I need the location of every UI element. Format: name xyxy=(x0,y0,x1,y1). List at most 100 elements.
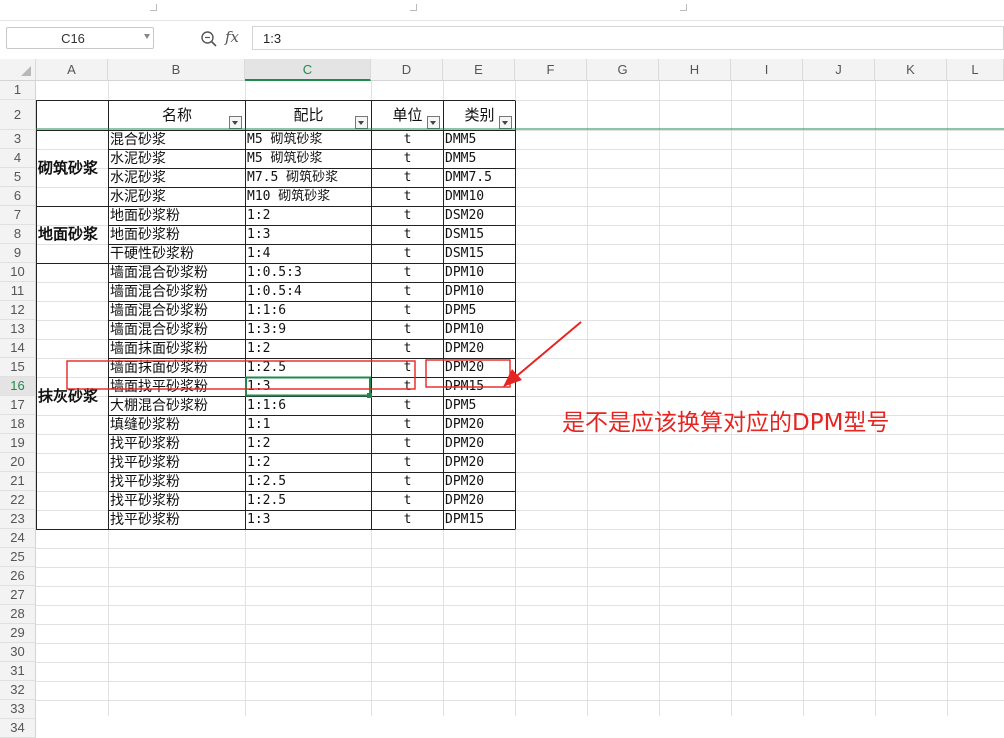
cell-name[interactable]: 墙面混合砂浆粉 xyxy=(110,283,244,301)
cell-name[interactable]: 地面砂浆粉 xyxy=(110,207,244,225)
cell-ratio[interactable]: 1:3 xyxy=(247,226,370,244)
row-header-15[interactable]: 15 xyxy=(0,358,36,377)
row-header-1[interactable]: 1 xyxy=(0,81,36,100)
cell-type[interactable]: DPM20 xyxy=(445,492,514,510)
cell-type[interactable]: DPM20 xyxy=(445,454,514,472)
cell-unit[interactable]: t xyxy=(373,207,442,225)
cell-unit[interactable]: t xyxy=(373,511,442,529)
cell-unit[interactable]: t xyxy=(373,131,442,149)
cell-ratio[interactable]: 1:1:6 xyxy=(247,397,370,415)
cell-ratio[interactable]: M5 砌筑砂浆 xyxy=(247,131,370,149)
row-header-16[interactable]: 16 xyxy=(0,377,36,396)
cell-unit[interactable]: t xyxy=(373,245,442,263)
cell-ratio[interactable]: 1:2 xyxy=(247,340,370,358)
row-header-23[interactable]: 23 xyxy=(0,510,36,529)
row-header-27[interactable]: 27 xyxy=(0,586,36,605)
cell-ratio[interactable]: M7.5 砌筑砂浆 xyxy=(247,169,370,187)
cell-type[interactable]: DPM5 xyxy=(445,397,514,415)
row-header-19[interactable]: 19 xyxy=(0,434,36,453)
filter-dropdown-icon[interactable] xyxy=(427,116,440,129)
cell-name[interactable]: 水泥砂浆 xyxy=(110,150,244,168)
cell-unit[interactable]: t xyxy=(373,321,442,339)
select-all-corner[interactable] xyxy=(0,59,36,81)
row-header-3[interactable]: 3 xyxy=(0,130,36,149)
column-header-g[interactable]: G xyxy=(587,59,659,81)
cell-unit[interactable]: t xyxy=(373,188,442,206)
cell-type[interactable]: DPM15 xyxy=(445,511,514,529)
row-header-13[interactable]: 13 xyxy=(0,320,36,339)
cell-type[interactable]: DPM10 xyxy=(445,283,514,301)
cell-ratio[interactable]: 1:3 xyxy=(247,378,370,396)
filter-dropdown-icon[interactable] xyxy=(499,116,512,129)
cell-unit[interactable]: t xyxy=(373,283,442,301)
column-header-h[interactable]: H xyxy=(659,59,731,81)
cell-name[interactable]: 填缝砂浆粉 xyxy=(110,416,244,434)
cell-unit[interactable]: t xyxy=(373,397,442,415)
cell-type[interactable]: DPM20 xyxy=(445,359,514,377)
cell-ratio[interactable]: 1:1 xyxy=(247,416,370,434)
cell-unit[interactable]: t xyxy=(373,454,442,472)
filter-dropdown-icon[interactable] xyxy=(229,116,242,129)
cell-type[interactable]: DMM7.5 xyxy=(445,169,514,187)
cell-type[interactable]: DPM20 xyxy=(445,416,514,434)
group-label[interactable]: 地面砂浆 xyxy=(38,206,130,263)
row-header-24[interactable]: 24 xyxy=(0,529,36,548)
cell-name[interactable]: 墙面找平砂浆粉 xyxy=(110,378,244,396)
cell-unit[interactable]: t xyxy=(373,150,442,168)
column-header-e[interactable]: E xyxy=(443,59,515,81)
column-header-k[interactable]: K xyxy=(875,59,947,81)
cell-name[interactable]: 找平砂浆粉 xyxy=(110,511,244,529)
row-header-34[interactable]: 34 xyxy=(0,719,36,738)
cell-ratio[interactable]: 1:2 xyxy=(247,454,370,472)
cell-unit[interactable]: t xyxy=(373,492,442,510)
filter-dropdown-icon[interactable] xyxy=(355,116,368,129)
row-header-2[interactable]: 2 xyxy=(0,100,36,130)
cell-ratio[interactable]: 1:0.5:4 xyxy=(247,283,370,301)
row-header-28[interactable]: 28 xyxy=(0,605,36,624)
cell-type[interactable]: DPM10 xyxy=(445,264,514,282)
group-label[interactable]: 抹灰砂浆 xyxy=(38,263,130,529)
row-header-14[interactable]: 14 xyxy=(0,339,36,358)
cell-name[interactable]: 墙面抹面砂浆粉 xyxy=(110,340,244,358)
cell-type[interactable]: DPM5 xyxy=(445,302,514,320)
cell-ratio[interactable]: 1:3:9 xyxy=(247,321,370,339)
cell-ratio[interactable]: 1:2 xyxy=(247,207,370,225)
chevron-down-icon[interactable] xyxy=(144,34,150,39)
row-header-25[interactable]: 25 xyxy=(0,548,36,567)
row-header-6[interactable]: 6 xyxy=(0,187,36,206)
row-header-20[interactable]: 20 xyxy=(0,453,36,472)
cell-ratio[interactable]: 1:2.5 xyxy=(247,492,370,510)
cell-unit[interactable]: t xyxy=(373,416,442,434)
cell-ratio[interactable]: 1:2 xyxy=(247,435,370,453)
cell-unit[interactable]: t xyxy=(373,359,442,377)
cell-type[interactable]: DMM5 xyxy=(445,131,514,149)
cell-type[interactable]: DMM5 xyxy=(445,150,514,168)
row-header-9[interactable]: 9 xyxy=(0,244,36,263)
cell-unit[interactable]: t xyxy=(373,378,442,396)
cell-type[interactable]: DPM15 xyxy=(445,378,514,396)
cell-name[interactable]: 水泥砂浆 xyxy=(110,169,244,187)
header-cell-ratio[interactable]: 配比 xyxy=(247,101,370,130)
cell-name[interactable]: 墙面混合砂浆粉 xyxy=(110,264,244,282)
zoom-icon[interactable] xyxy=(200,30,218,48)
cell-type[interactable]: DPM20 xyxy=(445,340,514,358)
row-header-8[interactable]: 8 xyxy=(0,225,36,244)
row-header-31[interactable]: 31 xyxy=(0,662,36,681)
row-header-26[interactable]: 26 xyxy=(0,567,36,586)
column-header-l[interactable]: L xyxy=(947,59,1004,81)
row-header-11[interactable]: 11 xyxy=(0,282,36,301)
cell-unit[interactable]: t xyxy=(373,435,442,453)
row-header-32[interactable]: 32 xyxy=(0,681,36,700)
row-header-17[interactable]: 17 xyxy=(0,396,36,415)
cell-name[interactable]: 水泥砂浆 xyxy=(110,188,244,206)
cell-ratio[interactable]: M5 砌筑砂浆 xyxy=(247,150,370,168)
column-header-f[interactable]: F xyxy=(515,59,587,81)
cell-name[interactable]: 大棚混合砂浆粉 xyxy=(110,397,244,415)
cell-unit[interactable]: t xyxy=(373,340,442,358)
cell-type[interactable]: DSM20 xyxy=(445,207,514,225)
column-header-i[interactable]: I xyxy=(731,59,803,81)
cell-ratio[interactable]: 1:0.5:3 xyxy=(247,264,370,282)
group-label[interactable]: 砌筑砂浆 xyxy=(38,130,130,206)
cell-name[interactable]: 混合砂浆 xyxy=(110,131,244,149)
cell-name[interactable]: 找平砂浆粉 xyxy=(110,454,244,472)
